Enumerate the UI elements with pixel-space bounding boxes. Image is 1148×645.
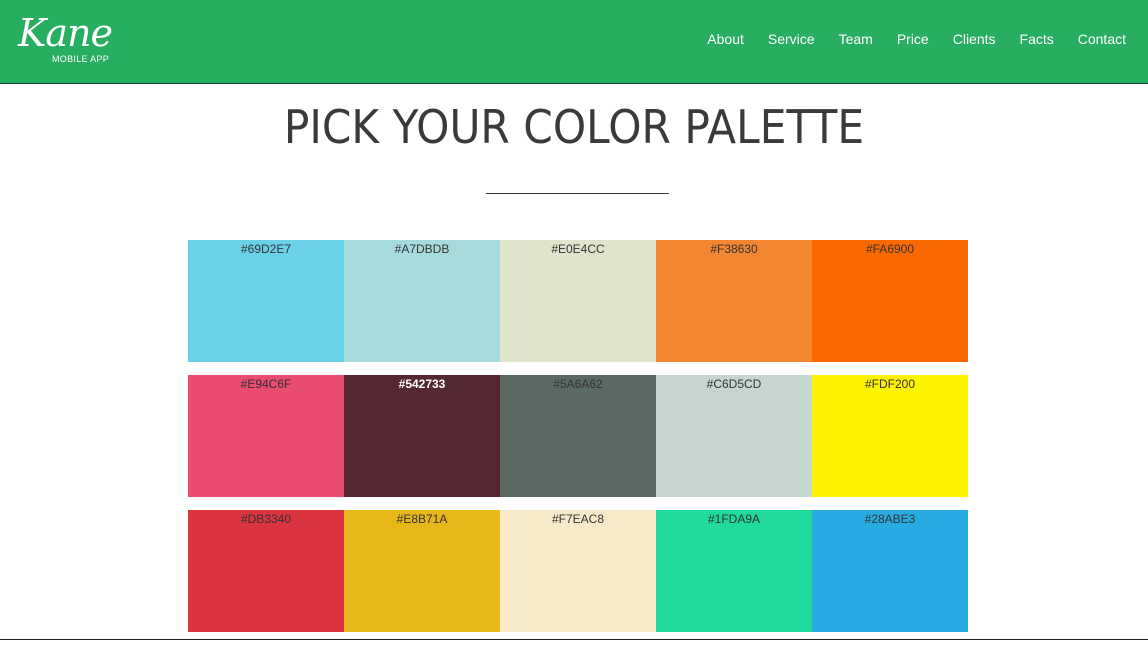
color-swatch[interactable]: #5A6A62 bbox=[500, 375, 656, 497]
color-swatch[interactable]: #C6D5CD bbox=[656, 375, 812, 497]
color-swatch[interactable]: #E0E4CC bbox=[500, 240, 656, 362]
nav-link-facts[interactable]: Facts bbox=[1020, 31, 1054, 47]
color-swatch[interactable]: #FA6900 bbox=[812, 240, 968, 362]
palette-row: #E94C6F #542733 #5A6A62 #C6D5CD #FDF200 bbox=[188, 375, 968, 497]
color-swatch[interactable]: #542733 bbox=[344, 375, 500, 497]
color-swatch[interactable]: #FDF200 bbox=[812, 375, 968, 497]
color-swatch[interactable]: #F38630 bbox=[656, 240, 812, 362]
page-title: PICK YOUR COLOR PALETTE bbox=[283, 100, 865, 154]
logo-subtitle: MOBILE APP bbox=[52, 54, 110, 64]
title-divider bbox=[486, 193, 669, 194]
nav-link-service[interactable]: Service bbox=[768, 31, 815, 47]
logo[interactable]: Kane MOBILE APP bbox=[18, 11, 113, 64]
nav-link-contact[interactable]: Contact bbox=[1078, 31, 1126, 47]
main-nav: About Service Team Price Clients Facts C… bbox=[707, 31, 1126, 47]
nav-link-clients[interactable]: Clients bbox=[953, 31, 996, 47]
color-palette-grid: #69D2E7 #A7DBDB #E0E4CC #F38630 #FA6900 … bbox=[188, 240, 968, 645]
palette-row: #DB3340 #E8B71A #F7EAC8 #1FDA9A #28ABE3 bbox=[188, 510, 968, 632]
nav-link-about[interactable]: About bbox=[707, 31, 744, 47]
color-swatch[interactable]: #E94C6F bbox=[188, 375, 344, 497]
logo-wordmark: Kane bbox=[18, 11, 113, 55]
palette-row: #69D2E7 #A7DBDB #E0E4CC #F38630 #FA6900 bbox=[188, 240, 968, 362]
color-swatch[interactable]: #28ABE3 bbox=[812, 510, 968, 632]
top-navbar: Kane MOBILE APP About Service Team Price… bbox=[0, 0, 1148, 84]
color-swatch[interactable]: #1FDA9A bbox=[656, 510, 812, 632]
color-swatch[interactable]: #69D2E7 bbox=[188, 240, 344, 362]
color-swatch[interactable]: #A7DBDB bbox=[344, 240, 500, 362]
color-swatch[interactable]: #DB3340 bbox=[188, 510, 344, 632]
nav-link-price[interactable]: Price bbox=[897, 31, 929, 47]
nav-link-team[interactable]: Team bbox=[839, 31, 873, 47]
color-swatch[interactable]: #F7EAC8 bbox=[500, 510, 656, 632]
bottom-border bbox=[0, 639, 1148, 640]
color-swatch[interactable]: #E8B71A bbox=[344, 510, 500, 632]
